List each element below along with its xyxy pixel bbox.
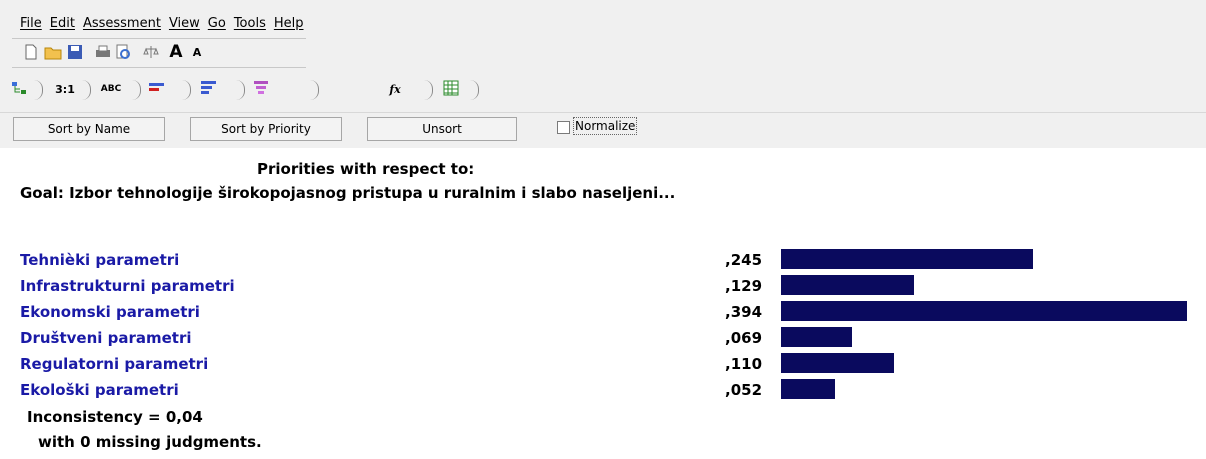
- open-folder-icon[interactable]: [44, 43, 62, 61]
- app-chrome: File Edit Assessment View Go Tools Help …: [0, 0, 1206, 148]
- list-item[interactable]: Tehnièki parametri ,245: [0, 249, 1206, 273]
- list-item[interactable]: Društveni parametri ,069: [0, 327, 1206, 351]
- goal-title: Goal: Izbor tehnologije širokopojasnog p…: [20, 184, 676, 202]
- tab-divider: [132, 80, 141, 100]
- new-file-icon[interactable]: [22, 43, 40, 61]
- list-item[interactable]: Infrastrukturni parametri ,129: [0, 275, 1206, 299]
- menu-view[interactable]: View: [169, 16, 200, 36]
- list-item[interactable]: Ekonomski parametri ,394: [0, 301, 1206, 325]
- font-larger-icon[interactable]: A: [167, 42, 185, 62]
- print-icon[interactable]: [94, 43, 112, 61]
- tab-tree[interactable]: [8, 78, 34, 100]
- tab-divider: [310, 80, 319, 100]
- missing-judgments-text: with 0 missing judgments.: [38, 433, 262, 451]
- tab-graphical[interactable]: [144, 78, 170, 100]
- criterion-value: ,110: [725, 355, 763, 373]
- hierarchy-icon: [252, 80, 270, 99]
- criterion-value: ,052: [725, 381, 763, 399]
- tab-divider: [424, 80, 433, 100]
- tab-divider: [34, 80, 43, 100]
- menu-help[interactable]: Help: [274, 16, 304, 36]
- tab-hierarchy[interactable]: [248, 78, 274, 100]
- priorities-heading: Priorities with respect to:: [257, 160, 475, 178]
- criterion-name: Ekonomski parametri: [20, 303, 200, 321]
- priority-bar: [781, 275, 914, 295]
- tab-divider: [470, 80, 479, 100]
- tab-pairwise-numeric[interactable]: 3:1: [50, 78, 80, 100]
- priority-bar: [781, 301, 1187, 321]
- formula-icon: fx: [389, 82, 401, 96]
- tree-icon: [11, 80, 31, 99]
- priority-bar: [781, 379, 835, 399]
- menu-bar: File Edit Assessment View Go Tools Help: [20, 16, 312, 36]
- menu-file[interactable]: File: [20, 16, 42, 36]
- list-item[interactable]: Regulatorni parametri ,110: [0, 353, 1206, 377]
- priority-bar: [781, 249, 1033, 269]
- tab-priorities[interactable]: [196, 78, 222, 100]
- menu-edit[interactable]: Edit: [50, 16, 75, 36]
- priorities-panel: Priorities with respect to: Goal: Izbor …: [0, 148, 1206, 459]
- tab-divider: [236, 80, 245, 100]
- criterion-name: Infrastrukturni parametri: [20, 277, 235, 295]
- tab-grid[interactable]: [438, 78, 464, 100]
- bars-blue-icon: [200, 80, 218, 99]
- tab-formula[interactable]: fx: [382, 78, 408, 100]
- tab-pairwise-verbal[interactable]: ABC: [96, 78, 126, 100]
- criterion-value: ,394: [725, 303, 763, 321]
- criterion-value: ,245: [725, 251, 763, 269]
- scale-icon[interactable]: [142, 43, 160, 61]
- tab-divider: [182, 80, 191, 100]
- menu-tools[interactable]: Tools: [234, 16, 266, 36]
- sort-by-name-button[interactable]: Sort by Name: [13, 117, 165, 141]
- view-tabs: 3:1 ABC fx: [0, 74, 1206, 104]
- font-smaller-icon[interactable]: A: [188, 43, 206, 61]
- tab-label: ABC: [100, 84, 122, 94]
- criterion-name: Društveni parametri: [20, 329, 192, 347]
- criterion-name: Regulatorni parametri: [20, 355, 209, 373]
- bars-red-icon: [148, 81, 166, 98]
- tab-divider: [82, 80, 91, 100]
- normalize-label[interactable]: Normalize: [573, 117, 638, 135]
- save-icon[interactable]: [66, 43, 84, 61]
- criterion-value: ,129: [725, 277, 763, 295]
- criterion-name: Ekološki parametri: [20, 381, 179, 399]
- normalize-checkbox[interactable]: [557, 121, 570, 134]
- menu-assessment[interactable]: Assessment: [83, 16, 161, 36]
- grid-icon: [443, 80, 459, 99]
- priority-bar: [781, 353, 894, 373]
- toolbar: A A: [12, 38, 306, 68]
- unsort-button[interactable]: Unsort: [367, 117, 517, 141]
- criterion-name: Tehnièki parametri: [20, 251, 180, 269]
- print-preview-icon[interactable]: [114, 43, 132, 61]
- inconsistency-text: Inconsistency = 0,04: [27, 408, 203, 426]
- list-item[interactable]: Ekološki parametri ,052: [0, 379, 1206, 403]
- tab-label: 3:1: [55, 82, 75, 96]
- sort-by-priority-button[interactable]: Sort by Priority: [190, 117, 342, 141]
- menu-go[interactable]: Go: [208, 16, 226, 36]
- criterion-value: ,069: [725, 329, 763, 347]
- priority-bar: [781, 327, 852, 347]
